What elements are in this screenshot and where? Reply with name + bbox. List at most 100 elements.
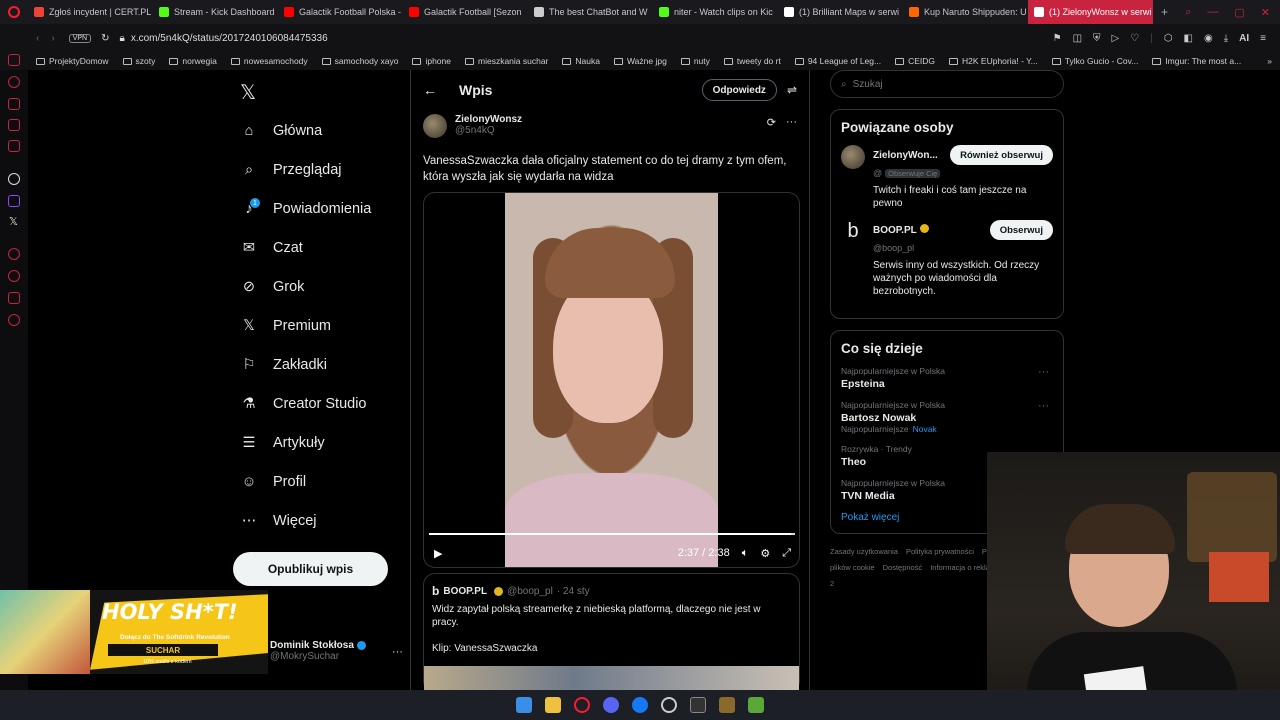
- nav-item-8[interactable]: ☰ Artykuły: [230, 423, 410, 462]
- vpn-badge[interactable]: VPN: [68, 33, 92, 43]
- bookmark-item[interactable]: Imgur: The most a...: [1152, 56, 1241, 66]
- discord-icon[interactable]: [603, 697, 619, 713]
- trend-item[interactable]: Najpopularniejsze w Polska Bartosz Nowak N…: [841, 400, 1053, 434]
- close-window-icon[interactable]: ✕: [1261, 6, 1270, 19]
- bookmark-item[interactable]: nuty: [680, 56, 710, 66]
- footer-link[interactable]: Polityka prywatności: [906, 547, 974, 556]
- tweet-author[interactable]: ZielonyWonsz @5n4kQ: [423, 114, 522, 138]
- opera-logo-icon[interactable]: [0, 0, 28, 24]
- bookmark-item[interactable]: CEIDG: [895, 56, 935, 66]
- post-button[interactable]: Opublikuj wpis: [233, 552, 388, 586]
- aria-ai-button[interactable]: AI: [1239, 33, 1249, 44]
- follow-button[interactable]: Obserwuj: [989, 220, 1053, 240]
- nav-item-5[interactable]: 𝕏 Premium: [230, 306, 410, 345]
- reload-icon[interactable]: ↻: [101, 33, 109, 44]
- nav-item-3[interactable]: ✉ Czat: [230, 228, 410, 267]
- quote-author-name[interactable]: BOOP.PL: [443, 586, 487, 597]
- search-tabs-icon[interactable]: ⌕: [1185, 6, 1191, 19]
- person-name[interactable]: BOOP.PL: [873, 225, 917, 236]
- trend-more-icon[interactable]: ···: [1038, 366, 1049, 378]
- sidebar-x-icon[interactable]: 𝕏: [9, 215, 18, 228]
- browser-tab[interactable]: Stream - Kick Dashboard: [153, 0, 278, 24]
- more-options-icon[interactable]: ···: [786, 116, 797, 129]
- sidebar-bag-icon[interactable]: [8, 98, 20, 110]
- bookmark-page-icon[interactable]: ⚑: [1053, 33, 1062, 44]
- avatar[interactable]: [423, 114, 447, 138]
- nav-item-9[interactable]: ☺ Profil: [230, 462, 410, 501]
- author-handle[interactable]: @5n4kQ: [455, 125, 522, 136]
- browser-tab[interactable]: (1) ZielonyWonsz w serwi: [1028, 0, 1153, 24]
- account-switcher[interactable]: Dominik Stokłosa @MokrySuchar ···: [270, 640, 403, 662]
- wallet-icon[interactable]: ◧: [1184, 33, 1193, 44]
- play-icon[interactable]: ▶: [434, 547, 442, 560]
- bookmark-item[interactable]: Nauka: [562, 56, 600, 66]
- sidebar-messenger-icon[interactable]: [8, 119, 20, 131]
- bookmark-item[interactable]: 94 League of Leg...: [794, 56, 881, 66]
- bookmark-item[interactable]: tweety do rt: [723, 56, 781, 66]
- bookmarks-overflow-icon[interactable]: »: [1267, 56, 1280, 66]
- sidebar-settings-icon[interactable]: [8, 54, 20, 66]
- file-explorer-icon[interactable]: [545, 697, 561, 713]
- related-person[interactable]: ZielonyWon... @ Obserwuje Cię Twitch i frea…: [841, 145, 1053, 210]
- minecraft-icon[interactable]: [748, 697, 764, 713]
- sidebar-pin-icon[interactable]: [8, 248, 20, 260]
- search-input[interactable]: ⌕ Szukaj: [830, 70, 1064, 98]
- settings-icon[interactable]: ⚙: [760, 547, 770, 560]
- related-person[interactable]: b BOOP.PL @boop_pl Serwis inny od wszystkic…: [841, 220, 1053, 298]
- bookmark-item[interactable]: samochody xayo: [321, 56, 398, 66]
- trend-more-icon[interactable]: ···: [1038, 400, 1049, 412]
- nav-item-0[interactable]: ⌂ Główna: [230, 111, 410, 150]
- video-progress-bar[interactable]: [429, 533, 795, 535]
- browser-tab[interactable]: Galactik Football Polska -: [278, 0, 403, 24]
- video-player[interactable]: ▶ 2:37 / 2:38 🔈︎ ⚙ ⤢: [423, 192, 800, 568]
- browser-tab[interactable]: niter - Watch clips on Kic: [653, 0, 778, 24]
- footer-link[interactable]: Zasady użytkowania: [830, 547, 898, 556]
- sidebar-twitch-icon[interactable]: [8, 195, 20, 207]
- nav-item-7[interactable]: ⚗ Creator Studio: [230, 384, 410, 423]
- follow-button[interactable]: Również obserwuj: [950, 145, 1053, 165]
- trend-extra-link[interactable]: Novak: [913, 424, 937, 434]
- terminal-icon[interactable]: [690, 697, 706, 713]
- sidebar-chatgpt-icon[interactable]: [8, 173, 20, 185]
- ad-banner[interactable]: HOLY SH*T! Dołącz do The Softdrink Revol…: [0, 590, 268, 674]
- heart-icon[interactable]: ♡: [1130, 33, 1139, 44]
- fullscreen-icon[interactable]: ⤢: [782, 547, 791, 560]
- chatgpt-icon[interactable]: [661, 697, 677, 713]
- sidebar-clock-icon[interactable]: [8, 270, 20, 282]
- account-more-icon[interactable]: ···: [392, 646, 403, 658]
- new-tab-icon[interactable]: +: [1161, 5, 1168, 19]
- bookmark-item[interactable]: H2K EUphoria! - Y...: [949, 56, 1038, 66]
- snapshot-icon[interactable]: ◫: [1073, 33, 1082, 44]
- bookmark-item[interactable]: ProjektyDomow: [36, 56, 109, 66]
- volume-icon[interactable]: 🔈︎: [742, 547, 749, 560]
- menu-icon[interactable]: ≡: [1260, 33, 1266, 44]
- nav-item-4[interactable]: ⊘ Grok: [230, 267, 410, 306]
- sidebar-history-icon[interactable]: [8, 76, 20, 88]
- trend-item[interactable]: Najpopularniejsze w Polska Epsteina ···: [841, 366, 1053, 390]
- footer-link[interactable]: Dostępność: [883, 563, 923, 572]
- browser-tab[interactable]: Galactik Football [Sezon: [403, 0, 528, 24]
- reply-button[interactable]: Odpowiedz: [701, 79, 777, 101]
- author-name[interactable]: ZielonyWonsz: [455, 114, 522, 125]
- person-name[interactable]: ZielonyWon...: [873, 150, 938, 161]
- filter-icon[interactable]: ⇌: [787, 83, 797, 97]
- nav-item-1[interactable]: ⌕ Przeglądaj: [230, 150, 410, 189]
- nav-item-6[interactable]: ⚐ Zakładki: [230, 345, 410, 384]
- bookmark-item[interactable]: szoty: [122, 56, 155, 66]
- sidebar-extension-icon[interactable]: [8, 292, 20, 304]
- windows-start-icon[interactable]: [516, 697, 532, 713]
- browser-tab[interactable]: Kup Naruto Shippuden: U: [903, 0, 1028, 24]
- bookmark-item[interactable]: iphone: [412, 56, 451, 66]
- browser-tab[interactable]: Zgłoś incydent | CERT.PL: [28, 0, 153, 24]
- bookmark-item[interactable]: Ważne jpg: [613, 56, 667, 66]
- maximize-icon[interactable]: ▢: [1234, 6, 1244, 19]
- game-icon[interactable]: [719, 697, 735, 713]
- ad-code-button[interactable]: SUCHAR: [108, 644, 218, 656]
- sidebar-gear-icon[interactable]: [8, 314, 20, 326]
- bookmark-item[interactable]: norwegia: [169, 56, 217, 66]
- browser-tab[interactable]: (1) Brilliant Maps w serwi: [778, 0, 903, 24]
- bookmark-item[interactable]: mieszkania suchar: [465, 56, 548, 66]
- bookmark-item[interactable]: nowesamochody: [230, 56, 308, 66]
- avatar[interactable]: b: [841, 220, 865, 244]
- bookmark-item[interactable]: Tylko Gucio - Cov...: [1051, 56, 1138, 66]
